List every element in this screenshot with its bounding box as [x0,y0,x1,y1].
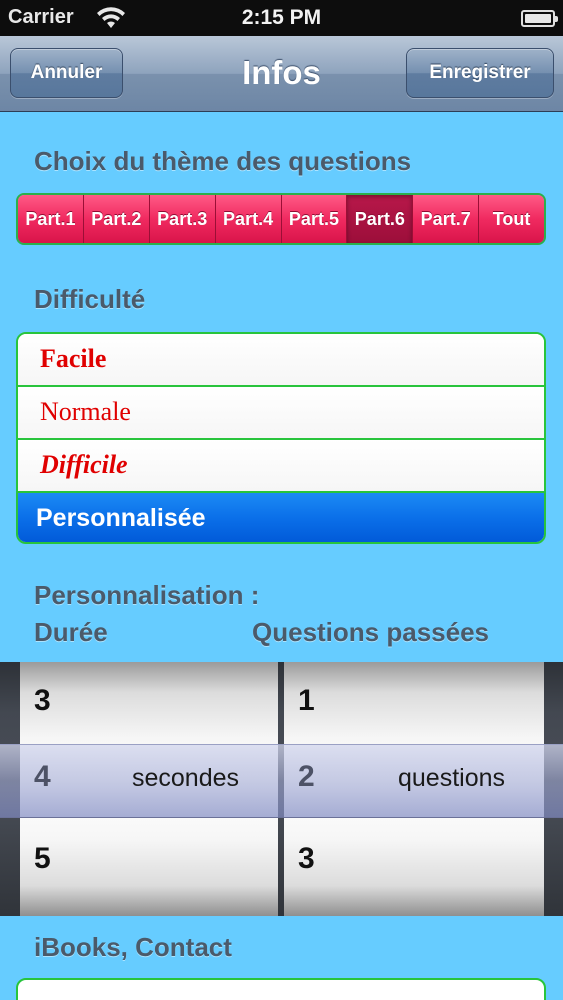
segment-part-7[interactable]: Part.7 [413,195,480,243]
questions-option[interactable]: 1 [284,662,544,740]
segment-part-1[interactable]: Part.1 [18,195,84,243]
battery-icon [521,10,558,27]
duration-option[interactable]: 3 [20,662,278,740]
duration-unit-label: secondes [132,764,240,792]
difficulty-item-normale[interactable]: Normale [18,387,544,440]
questions-selected-value[interactable]: 2 [298,760,315,794]
difficulty-list: Facile Normale Difficile Personnalisée [16,332,546,544]
duration-selected-value[interactable]: 4 [34,760,51,794]
duration-option[interactable]: 5 [20,820,278,898]
difficulty-section-title: Difficulté [34,284,146,314]
difficulty-item-difficile[interactable]: Difficile [18,440,544,493]
status-bar: Carrier 2:15 PM [0,0,563,36]
segment-part-3[interactable]: Part.3 [149,195,216,243]
duration-label: Durée [34,617,108,647]
segment-part-6[interactable]: Part.6 [347,195,414,243]
segment-tout[interactable]: Tout [479,195,544,243]
clock-time: 2:15 PM [241,6,322,29]
theme-section-title: Choix du thème des questions [34,146,412,176]
navigation-bar: Annuler Infos Enregistrer [0,36,563,112]
footer-section-title: iBooks, Contact [34,932,232,962]
custom-section-title: Personnalisation : [34,580,260,610]
segment-part-2[interactable]: Part.2 [83,195,150,243]
questions-unit-label: questions [398,764,506,792]
difficulty-item-personnalisee[interactable]: Personnalisée [18,493,544,542]
theme-segmented-control: Part.1 Part.2 Part.3 Part.4 Part.5 Part.… [16,193,546,245]
difficulty-item-facile[interactable]: Facile [18,334,544,387]
footer-list[interactable] [16,978,546,1000]
questions-label: Questions passées [252,617,489,647]
questions-option[interactable]: 3 [284,820,544,898]
save-button[interactable]: Enregistrer [406,48,554,98]
segment-part-5[interactable]: Part.5 [281,195,348,243]
segment-part-4[interactable]: Part.4 [215,195,282,243]
